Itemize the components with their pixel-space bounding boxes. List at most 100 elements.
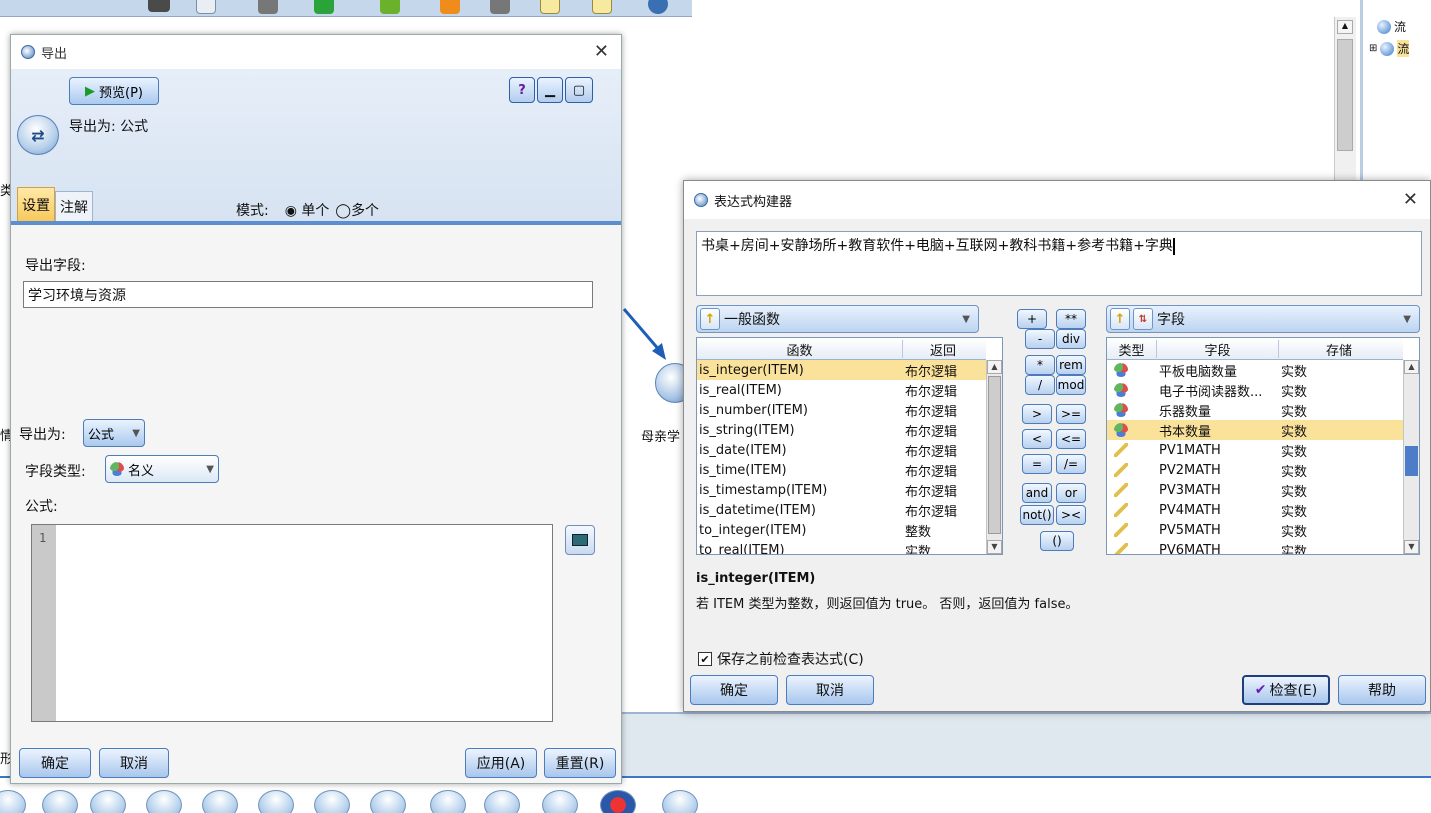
tab-annotations[interactable]: 注解 [55, 191, 93, 221]
toolbar-icon[interactable] [196, 0, 216, 14]
operator-button[interactable]: / [1025, 375, 1055, 395]
field-row[interactable]: PV4MATH 实数 [1107, 500, 1403, 520]
check-before-save-row[interactable]: ✔ 保存之前检查表达式(C) [698, 649, 864, 669]
palette-node-icon[interactable] [662, 790, 698, 813]
ok-button[interactable]: 确定 [690, 675, 778, 705]
scroll-thumb[interactable] [1405, 446, 1418, 476]
tree-item[interactable]: 流 [1377, 18, 1406, 35]
maximize-icon[interactable]: ▢ [565, 77, 593, 103]
toolbar-icon[interactable] [258, 0, 278, 14]
toolbar-icon[interactable] [592, 0, 612, 14]
fields-scrollbar[interactable]: ▲ ▼ [1403, 360, 1419, 554]
operator-button[interactable]: <= [1056, 429, 1086, 449]
toolbar-icon[interactable] [490, 0, 510, 14]
palette-node-icon[interactable] [0, 790, 26, 813]
toolbar-icon[interactable] [148, 0, 170, 12]
function-row[interactable]: is_time(ITEM) 布尔逻辑 [697, 460, 986, 480]
palette-node-icon[interactable] [146, 790, 182, 813]
operator-button[interactable]: < [1022, 429, 1052, 449]
star-icon[interactable] [440, 0, 460, 14]
tree-item[interactable]: ⊞ 流 [1369, 40, 1410, 57]
column-header[interactable]: 存储 [1279, 340, 1399, 359]
function-row[interactable]: is_integer(ITEM) 布尔逻辑 [697, 360, 986, 380]
field-row[interactable]: PV5MATH 实数 [1107, 520, 1403, 540]
function-row[interactable]: is_string(ITEM) 布尔逻辑 [697, 420, 986, 440]
expand-icon[interactable]: ⊞ [1369, 43, 1377, 54]
function-row[interactable]: to_real(ITEM) 实数 [697, 540, 986, 555]
formula-editor[interactable]: 1 [31, 524, 553, 722]
function-row[interactable]: is_timestamp(ITEM) 布尔逻辑 [697, 480, 986, 500]
operator-button[interactable]: () [1040, 531, 1074, 551]
palette-node-icon[interactable] [314, 790, 350, 813]
palette-node-icon[interactable] [600, 790, 636, 813]
ok-button[interactable]: 确定 [19, 748, 91, 778]
export-as-dropdown[interactable]: 公式 ▼ [83, 419, 145, 447]
operator-button[interactable]: >< [1056, 505, 1086, 525]
operator-button[interactable]: /= [1056, 454, 1086, 474]
function-category-dropdown[interactable]: ↑ 一般函数 ▼ [696, 305, 979, 333]
operator-button[interactable]: rem [1056, 355, 1086, 375]
palette-node-icon[interactable] [90, 790, 126, 813]
function-row[interactable]: is_datetime(ITEM) 布尔逻辑 [697, 500, 986, 520]
column-header[interactable]: 类型 [1107, 340, 1157, 359]
palette-node-icon[interactable] [258, 790, 294, 813]
field-row[interactable]: PV6MATH 实数 [1107, 540, 1403, 554]
operator-button[interactable]: not() [1020, 505, 1054, 525]
mode-radio-single[interactable]: ◉ 单个 [285, 200, 330, 220]
close-icon[interactable]: ✕ [1403, 189, 1418, 210]
operator-button[interactable]: div [1056, 329, 1086, 349]
functions-scrollbar[interactable]: ▲ ▼ [986, 360, 1002, 554]
operator-button[interactable]: >= [1056, 404, 1086, 424]
export-field-input[interactable]: 学习环境与资源 [23, 281, 593, 308]
operator-button[interactable]: - [1025, 329, 1055, 349]
arrow-up-icon[interactable]: ↑ [700, 308, 720, 330]
check-before-save-checkbox[interactable]: ✔ [698, 652, 712, 666]
operator-button[interactable]: and [1022, 483, 1052, 503]
help-button[interactable]: 帮助 [1338, 675, 1426, 705]
expression-builder-button[interactable] [565, 525, 595, 555]
field-row[interactable]: 书本数量 实数 [1107, 420, 1403, 440]
palette-node-icon[interactable] [202, 790, 238, 813]
operator-button[interactable]: ** [1056, 309, 1086, 329]
field-type-dropdown[interactable]: 名义 ▼ [105, 455, 219, 483]
arrow-up-icon[interactable]: ↑ [1110, 308, 1130, 330]
functions-table[interactable]: 函数 返回 is_integer(ITEM) 布尔逻辑 is_real(ITEM) 布… [696, 337, 1003, 555]
close-icon[interactable]: ✕ [594, 41, 609, 62]
operator-button[interactable]: * [1025, 355, 1055, 375]
field-row[interactable]: PV3MATH 实数 [1107, 480, 1403, 500]
scroll-up-button[interactable]: ▲ [1337, 20, 1353, 34]
palette-node-icon[interactable] [484, 790, 520, 813]
operator-button[interactable]: mod [1056, 375, 1086, 395]
scroll-up-button[interactable]: ▲ [987, 360, 1002, 374]
operator-button[interactable]: + [1017, 309, 1047, 329]
field-row[interactable]: PV1MATH 实数 [1107, 440, 1403, 460]
preview-button[interactable]: ▶ 预览(P) [69, 77, 159, 105]
fields-category-dropdown[interactable]: ↑ ⇅ 字段 ▼ [1106, 305, 1420, 333]
field-row[interactable]: 平板电脑数量 实数 [1107, 360, 1403, 380]
column-header[interactable]: 返回 [903, 340, 983, 359]
apply-button[interactable]: 应用(A) [465, 748, 537, 778]
column-header[interactable]: 字段 [1157, 340, 1279, 359]
field-row[interactable]: PV2MATH 实数 [1107, 460, 1403, 480]
scroll-thumb[interactable] [988, 376, 1001, 534]
check-button[interactable]: ✔ 检查(E) [1242, 675, 1330, 705]
scroll-down-button[interactable]: ▼ [987, 540, 1002, 554]
run-icon[interactable] [314, 0, 334, 14]
operator-button[interactable]: = [1022, 454, 1052, 474]
column-header[interactable]: 函数 [697, 340, 903, 359]
sort-icon[interactable]: ⇅ [1133, 308, 1153, 330]
toolbar-icon[interactable] [648, 0, 668, 14]
field-row[interactable]: 乐器数量 实数 [1107, 400, 1403, 420]
cancel-button[interactable]: 取消 [786, 675, 874, 705]
operator-button[interactable]: or [1056, 483, 1086, 503]
toolbar-icon[interactable] [380, 0, 400, 14]
expression-input[interactable]: 书桌+房间+安静场所+教育软件+电脑+互联网+教科书籍+参考书籍+字典 [696, 231, 1422, 296]
function-row[interactable]: is_date(ITEM) 布尔逻辑 [697, 440, 986, 460]
help-icon[interactable]: ? [509, 77, 535, 103]
minimize-icon[interactable]: ▁ [537, 77, 563, 103]
fields-table[interactable]: 类型 字段 存储 平板电脑数量 实数 电子书阅读器数... 实数 乐器数量 实数 书本数量实… [1106, 337, 1420, 555]
function-row[interactable]: is_number(ITEM) 布尔逻辑 [697, 400, 986, 420]
function-row[interactable]: to_integer(ITEM) 整数 [697, 520, 986, 540]
palette-node-icon[interactable] [430, 790, 466, 813]
field-row[interactable]: 电子书阅读器数... 实数 [1107, 380, 1403, 400]
